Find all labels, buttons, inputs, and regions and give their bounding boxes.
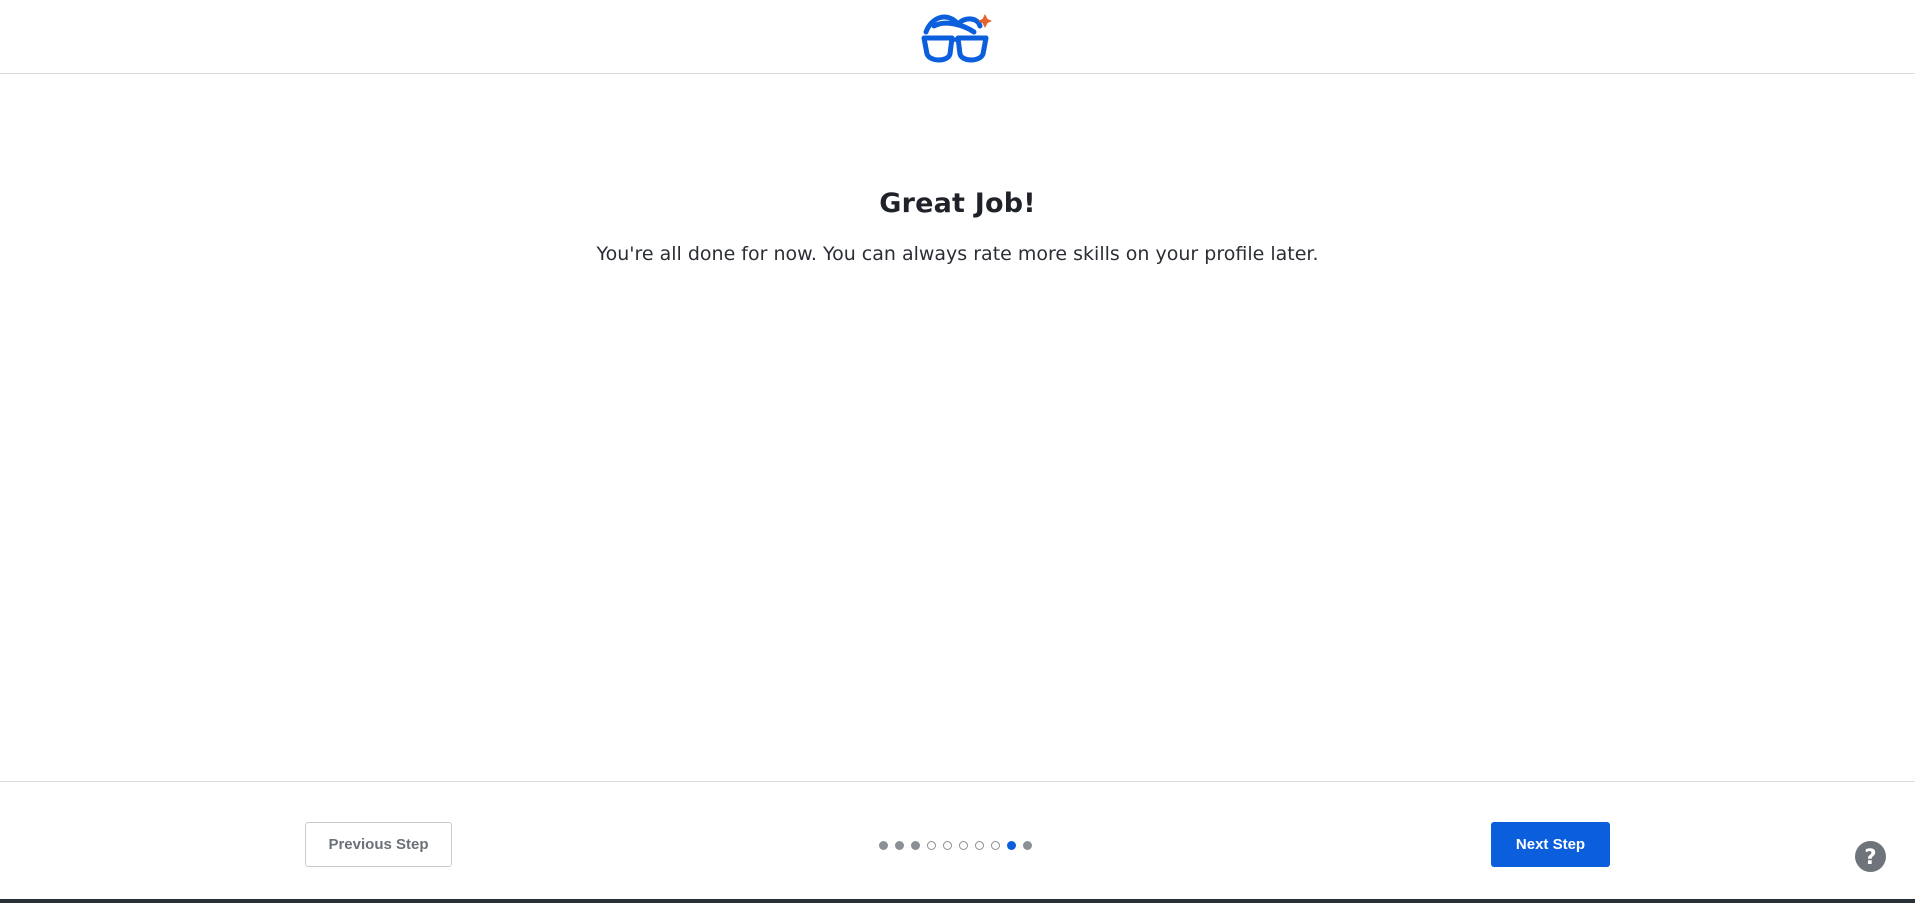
window-bottom-edge <box>0 899 1915 903</box>
step-indicator <box>879 839 1032 851</box>
help-icon[interactable]: ? <box>1855 841 1886 872</box>
glasses-logo-icon <box>921 14 992 63</box>
step-dot-1[interactable] <box>879 840 888 850</box>
step-dot-6[interactable] <box>959 840 968 850</box>
page-title: Great Job! <box>879 188 1036 219</box>
top-bar <box>0 0 1915 74</box>
step-dot-3[interactable] <box>911 840 920 850</box>
step-dot-4[interactable] <box>927 840 936 850</box>
step-dot-10[interactable] <box>1023 840 1032 850</box>
step-dot-8[interactable] <box>991 840 1000 850</box>
next-step-button[interactable]: Next Step <box>1491 822 1610 867</box>
onboarding-page: Great Job! You're all done for now. You … <box>0 0 1915 903</box>
step-dot-7[interactable] <box>975 840 984 850</box>
step-footer: Previous Step Next Step <box>0 781 1915 899</box>
step-dot-9[interactable] <box>1007 840 1016 850</box>
completion-message: You're all done for now. You can always … <box>596 243 1319 265</box>
previous-step-button[interactable]: Previous Step <box>305 822 452 867</box>
step-dot-2[interactable] <box>895 840 904 850</box>
step-dot-5[interactable] <box>943 840 952 850</box>
